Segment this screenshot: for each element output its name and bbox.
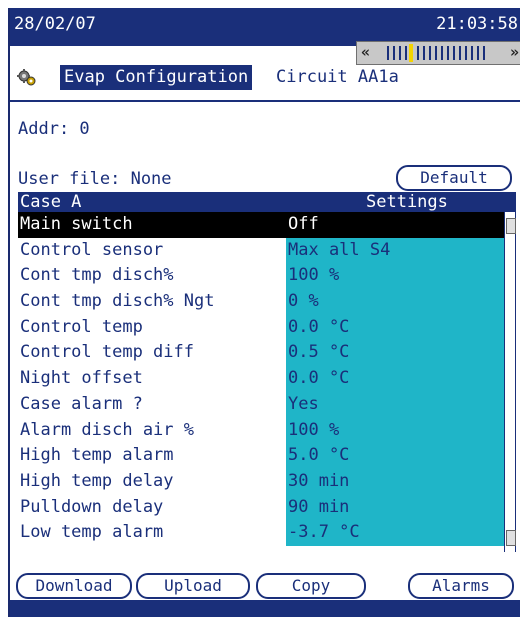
time-display: 21:03:58: [436, 14, 518, 34]
setting-label: Cont tmp disch% Ngt: [20, 291, 215, 312]
setting-label: Control temp diff: [20, 342, 194, 363]
gear-icon: [17, 69, 36, 86]
page-scroll-thumb[interactable]: [409, 44, 413, 62]
setting-value[interactable]: 100 %: [286, 263, 504, 290]
action-bar: Download Upload Copy Alarms: [10, 573, 520, 599]
scroll-left-arrow-icon[interactable]: «: [361, 43, 370, 61]
table-row[interactable]: Night offset 0.0 °C: [18, 366, 504, 392]
scroll-up-button[interactable]: [506, 218, 516, 234]
setting-label: High temp alarm: [20, 445, 174, 466]
setting-value[interactable]: Max all S4: [286, 237, 504, 264]
table-row[interactable]: Alarm disch air % 100 %: [18, 417, 504, 444]
setting-label: Night offset: [20, 368, 143, 389]
setting-label: Control sensor: [20, 239, 164, 260]
setting-value[interactable]: 5.0 °C: [286, 443, 504, 469]
scroll-right-arrow-icon[interactable]: »: [510, 43, 519, 61]
table-row[interactable]: High temp delay 30 min: [18, 468, 504, 495]
upload-button[interactable]: Upload: [136, 573, 250, 599]
table-row[interactable]: Control sensor Max all S4: [18, 237, 504, 264]
column-header-settings: Settings: [366, 192, 448, 212]
page-title: Evap Configuration: [60, 65, 253, 90]
table-row[interactable]: Control temp diff 0.5 °C: [18, 340, 504, 367]
setting-value[interactable]: 30 min: [286, 468, 504, 495]
setting-value[interactable]: 90 min: [286, 494, 504, 521]
scroll-down-button[interactable]: [506, 530, 516, 546]
circuit-name: Circuit AA1a: [276, 67, 399, 87]
user-file-label: User file: None: [18, 169, 172, 189]
table-row[interactable]: Main switch Off: [18, 212, 504, 238]
table-header: Case A Settings: [18, 192, 516, 212]
column-header-case: Case A: [20, 192, 82, 212]
setting-label: Alarm disch air %: [20, 419, 194, 440]
setting-label: Main switch: [20, 214, 133, 234]
setting-value[interactable]: 0.0 °C: [286, 366, 504, 392]
header-divider: [10, 100, 520, 102]
table-row[interactable]: Control temp 0.0 °C: [18, 314, 504, 341]
setting-label: High temp delay: [20, 470, 174, 491]
alarms-button[interactable]: Alarms: [408, 573, 514, 599]
setting-value[interactable]: 0.5 °C: [286, 340, 504, 367]
page-scroll-navigator[interactable]: « »: [356, 41, 520, 65]
default-button[interactable]: Default: [396, 165, 512, 191]
download-button[interactable]: Download: [16, 573, 132, 599]
setting-value[interactable]: 0.0 °C: [286, 314, 504, 341]
table-row[interactable]: Low temp alarm -3.7 °C: [18, 520, 504, 546]
setting-label: Control temp: [20, 316, 143, 337]
settings-table: Case A Settings Main switch Off Control …: [18, 192, 518, 552]
setting-label: Cont tmp disch%: [20, 265, 174, 286]
table-row[interactable]: Case alarm ? Yes: [18, 391, 504, 418]
table-row[interactable]: Cont tmp disch% 100 %: [18, 263, 504, 290]
table-row[interactable]: Cont tmp disch% Ngt 0 %: [18, 289, 504, 315]
setting-value[interactable]: -3.7 °C: [286, 520, 504, 546]
setting-label: Case alarm ?: [20, 393, 143, 414]
setting-label: Pulldown delay: [20, 496, 164, 517]
controller-screen: 28/02/07 21:03:58 « » Evap Configuration…: [8, 8, 520, 617]
table-scrollbar[interactable]: [504, 212, 516, 552]
table-row[interactable]: High temp alarm 5.0 °C: [18, 443, 504, 469]
address-label: Addr: 0: [18, 119, 90, 139]
page-scroll-track[interactable]: [387, 46, 487, 60]
setting-value[interactable]: Off: [286, 212, 504, 238]
setting-value[interactable]: 0 %: [286, 289, 504, 315]
settings-rows: Main switch Off Control sensor Max all S…: [18, 212, 504, 546]
setting-value[interactable]: 100 %: [286, 417, 504, 444]
setting-value[interactable]: Yes: [286, 391, 504, 418]
table-row[interactable]: Pulldown delay 90 min: [18, 494, 504, 521]
screen-header: Evap Configuration Circuit AA1a: [10, 63, 520, 93]
setting-label: Low temp alarm: [20, 522, 164, 543]
bottom-bar: [10, 600, 520, 617]
date-display: 28/02/07: [14, 14, 96, 34]
copy-button[interactable]: Copy: [256, 573, 366, 599]
